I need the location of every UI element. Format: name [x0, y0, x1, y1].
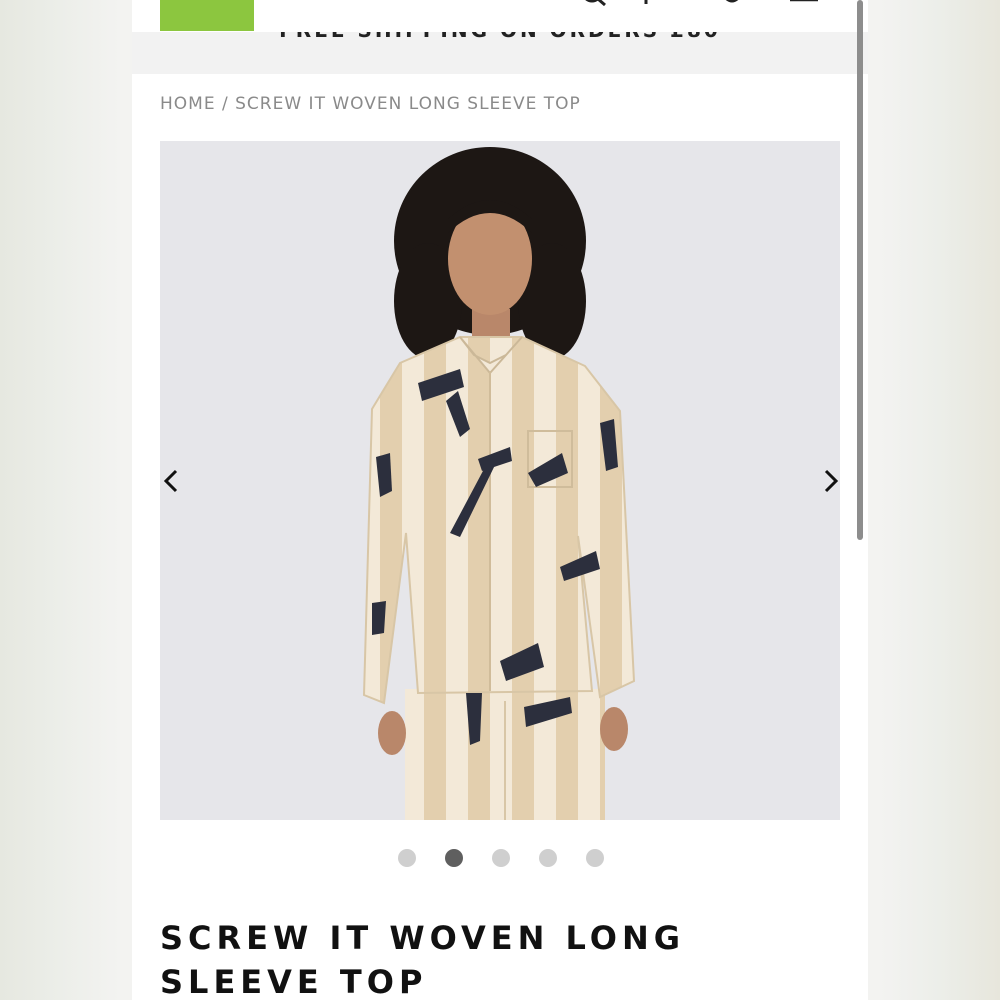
menu-icon[interactable] [790, 0, 818, 6]
breadcrumb-home-link[interactable]: HOME [160, 94, 216, 114]
gallery-dot[interactable] [398, 849, 416, 867]
site-logo[interactable] [160, 0, 254, 31]
gallery-dot-active[interactable] [445, 849, 463, 867]
site-header [132, 0, 868, 33]
search-icon[interactable] [580, 0, 608, 6]
chevron-left-icon[interactable] [160, 467, 184, 495]
product-title: SCREW IT WOVEN LONG SLEEVE TOP [160, 919, 686, 1000]
breadcrumb-separator: / [221, 94, 229, 114]
product-image-gallery[interactable] [160, 141, 840, 820]
breadcrumb-current: SCREW IT WOVEN LONG SLEEVE TOP [235, 94, 581, 114]
heart-icon[interactable] [632, 0, 660, 6]
announcement-bar: FREE SHIPPING ON ORDERS £80 [132, 32, 868, 74]
product-photo [160, 141, 840, 820]
chevron-right-icon[interactable] [818, 467, 840, 495]
announcement-text: FREE SHIPPING ON ORDERS £80 [132, 32, 868, 42]
page-scrollbar[interactable] [857, 0, 863, 540]
account-icon[interactable] [718, 0, 746, 6]
gallery-pagination [132, 848, 868, 868]
product-page: FREE SHIPPING ON ORDERS £80 HOME / SCREW… [132, 0, 868, 1000]
gallery-dot[interactable] [539, 849, 557, 867]
gallery-dot[interactable] [586, 849, 604, 867]
breadcrumb: HOME / SCREW IT WOVEN LONG SLEEVE TOP [160, 94, 581, 114]
gallery-dot[interactable] [492, 849, 510, 867]
